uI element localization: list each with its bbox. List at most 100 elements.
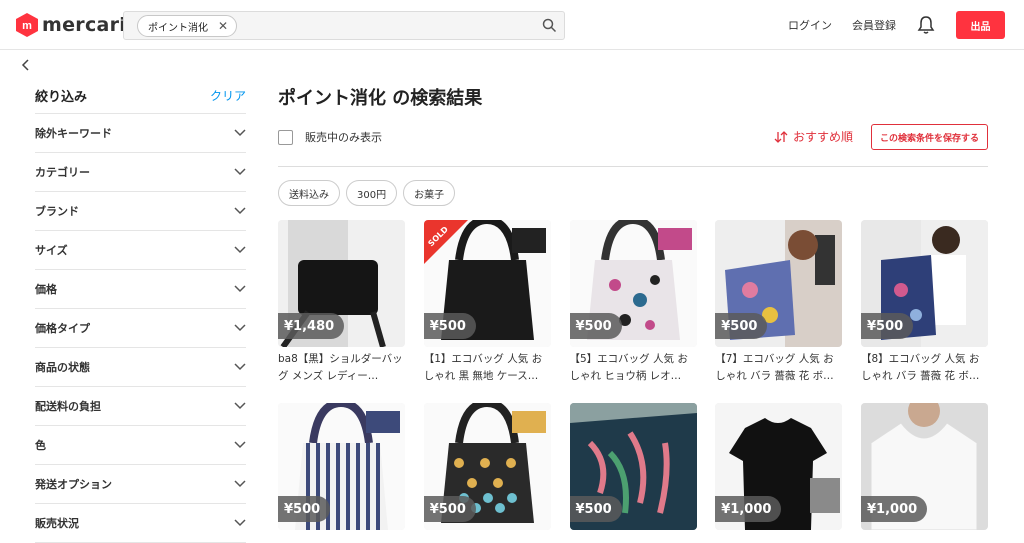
suggested-tags: 送料込み 300円 お菓子 — [278, 180, 456, 206]
filter-item[interactable]: 価格タイプ — [35, 309, 246, 348]
product-card[interactable]: ¥500 【5】エコバッグ 人気 おしゃれ ヒョウ柄 レオ… — [569, 220, 697, 385]
product-image[interactable]: ¥500 SOLD — [423, 220, 551, 347]
suggested-tag[interactable]: 300円 — [346, 180, 398, 206]
chevron-left-icon[interactable] — [20, 58, 32, 72]
filter-header: 絞り込み クリア — [35, 78, 246, 114]
filter-item-label: 色 — [35, 439, 46, 452]
page-title: ポイント消化 の検索結果 — [278, 88, 483, 109]
filter-title: 絞り込み — [35, 90, 88, 105]
product-image[interactable]: ¥1,480 — [278, 220, 405, 347]
product-image[interactable]: ¥1,000 — [715, 403, 843, 530]
price-badge: ¥500 — [715, 313, 768, 339]
chevron-down-icon — [234, 363, 246, 371]
product-image[interactable]: ¥500 — [715, 220, 843, 347]
price-badge: ¥500 — [861, 313, 914, 339]
chevron-down-icon — [234, 402, 246, 410]
product-image[interactable]: ¥500 — [278, 403, 405, 530]
filter-sidebar: 絞り込み クリア 除外キーワード カテゴリーブランドサイズ価格価格タイプ商品の状態… — [35, 78, 246, 543]
filter-item[interactable]: サイズ — [35, 231, 246, 270]
product-card[interactable]: ¥1,000 — [861, 403, 988, 530]
filter-item-label: 配送料の負担 — [35, 400, 101, 413]
product-image[interactable]: ¥500 — [423, 403, 551, 530]
sort-icon — [774, 130, 788, 143]
search-bar[interactable]: ポイント消化 ✕ — [123, 11, 565, 40]
sort-label: おすすめ順 — [793, 130, 854, 144]
filter-item-label: 価格タイプ — [35, 322, 90, 335]
product-card[interactable]: ¥500 — [569, 403, 697, 530]
price-badge: ¥500 — [569, 313, 622, 339]
search-chip-label: ポイント消化 — [148, 22, 208, 34]
filter-item[interactable]: 配送料の負担 — [35, 387, 246, 426]
chevron-down-icon — [234, 324, 246, 332]
filter-item[interactable]: 価格 — [35, 270, 246, 309]
clear-filters-link[interactable]: クリア — [210, 87, 246, 104]
chevron-down-icon — [234, 129, 246, 137]
login-link[interactable]: ログイン — [788, 17, 832, 33]
search-icon[interactable] — [542, 18, 557, 33]
filter-item-label: カテゴリー — [35, 166, 90, 179]
chevron-down-icon — [234, 285, 246, 293]
filter-item-label: 商品の状態 — [35, 361, 90, 374]
logo-text: mercari — [42, 14, 127, 36]
filter-item[interactable]: カテゴリー — [35, 153, 246, 192]
price-badge: ¥1,000 — [715, 496, 782, 522]
product-image[interactable]: ¥500 — [569, 220, 697, 347]
product-title[interactable]: 【7】エコバッグ 人気 おしゃれ バラ 薔薇 花 ボ… — [715, 351, 842, 385]
sort-dropdown[interactable]: おすすめ順 — [774, 128, 853, 145]
filter-item[interactable]: 色 — [35, 426, 246, 465]
filter-item[interactable]: 除外キーワード — [35, 114, 246, 153]
chevron-down-icon — [234, 480, 246, 488]
svg-text:m: m — [22, 20, 32, 32]
on-sale-filter[interactable]: 販売中のみ表示 — [278, 129, 382, 145]
product-image[interactable]: ¥500 — [569, 403, 697, 530]
mercari-logo[interactable]: m mercari — [16, 13, 126, 37]
price-badge: ¥1,000 — [861, 496, 928, 522]
product-card[interactable]: ¥1,000 — [715, 403, 843, 530]
close-icon[interactable]: ✕ — [218, 19, 228, 33]
price-badge: ¥500 — [423, 496, 476, 522]
filter-item-label: 価格 — [35, 283, 57, 296]
product-title[interactable]: 【8】エコバッグ 人気 おしゃれ バラ 薔薇 花 ボ… — [861, 351, 988, 385]
chevron-down-icon — [234, 207, 246, 215]
search-keyword-chip: ポイント消化 ✕ — [137, 15, 238, 37]
suggested-tag[interactable]: 送料込み — [278, 180, 340, 206]
suggested-tag[interactable]: お菓子 — [403, 180, 456, 206]
chevron-down-icon — [234, 519, 246, 527]
filter-item[interactable]: 商品の状態 — [35, 348, 246, 387]
price-badge: ¥500 — [278, 496, 331, 522]
filter-item[interactable]: 発送オプション — [35, 465, 246, 504]
sell-button[interactable]: 出品 — [956, 11, 1005, 39]
product-card[interactable]: ¥500 — [278, 403, 405, 530]
save-search-button[interactable]: この検索条件を保存する — [871, 124, 988, 150]
on-sale-checkbox[interactable] — [278, 129, 293, 145]
filter-item-label: 除外キーワード — [35, 127, 112, 140]
product-card[interactable]: ¥500 SOLD 【1】エコバッグ 人気 おしゃれ 黒 無地 ケース… — [423, 220, 551, 385]
filter-item[interactable]: 販売状況 — [35, 504, 246, 543]
filter-item-label: サイズ — [35, 244, 68, 257]
product-title[interactable]: ba8【黒】ショルダーバッグ メンズ レディー… — [278, 351, 405, 385]
product-title[interactable]: 【5】エコバッグ 人気 おしゃれ ヒョウ柄 レオ… — [570, 351, 697, 385]
product-card[interactable]: ¥500 【7】エコバッグ 人気 おしゃれ バラ 薔薇 花 ボ… — [715, 220, 843, 385]
product-card[interactable]: ¥500 【8】エコバッグ 人気 おしゃれ バラ 薔薇 花 ボ… — [861, 220, 988, 385]
product-image[interactable]: ¥1,000 — [861, 403, 988, 530]
product-card[interactable]: ¥500 — [423, 403, 551, 530]
chevron-down-icon — [234, 246, 246, 254]
on-sale-label: 販売中のみ表示 — [305, 131, 382, 144]
bell-icon[interactable] — [917, 15, 935, 35]
filter-item-label: 販売状況 — [35, 517, 79, 530]
register-link[interactable]: 会員登録 — [852, 17, 896, 33]
filter-item-label: 発送オプション — [35, 478, 112, 491]
mercari-logo-icon: m — [16, 13, 38, 37]
chevron-down-icon — [234, 168, 246, 176]
product-title[interactable]: 【1】エコバッグ 人気 おしゃれ 黒 無地 ケース… — [424, 351, 551, 385]
product-image[interactable]: ¥500 — [861, 220, 988, 347]
divider — [278, 166, 988, 167]
price-badge: ¥1,480 — [278, 313, 345, 339]
filter-item[interactable]: ブランド — [35, 192, 246, 231]
filter-item-label: ブランド — [35, 205, 79, 218]
product-card[interactable]: ¥1,480 ba8【黒】ショルダーバッグ メンズ レディー… — [278, 220, 405, 385]
price-badge: ¥500 — [569, 496, 622, 522]
header: m mercari ポイント消化 ✕ ログイン 会員登録 出品 — [0, 0, 1024, 50]
chevron-down-icon — [234, 441, 246, 449]
price-badge: ¥500 — [423, 313, 476, 339]
